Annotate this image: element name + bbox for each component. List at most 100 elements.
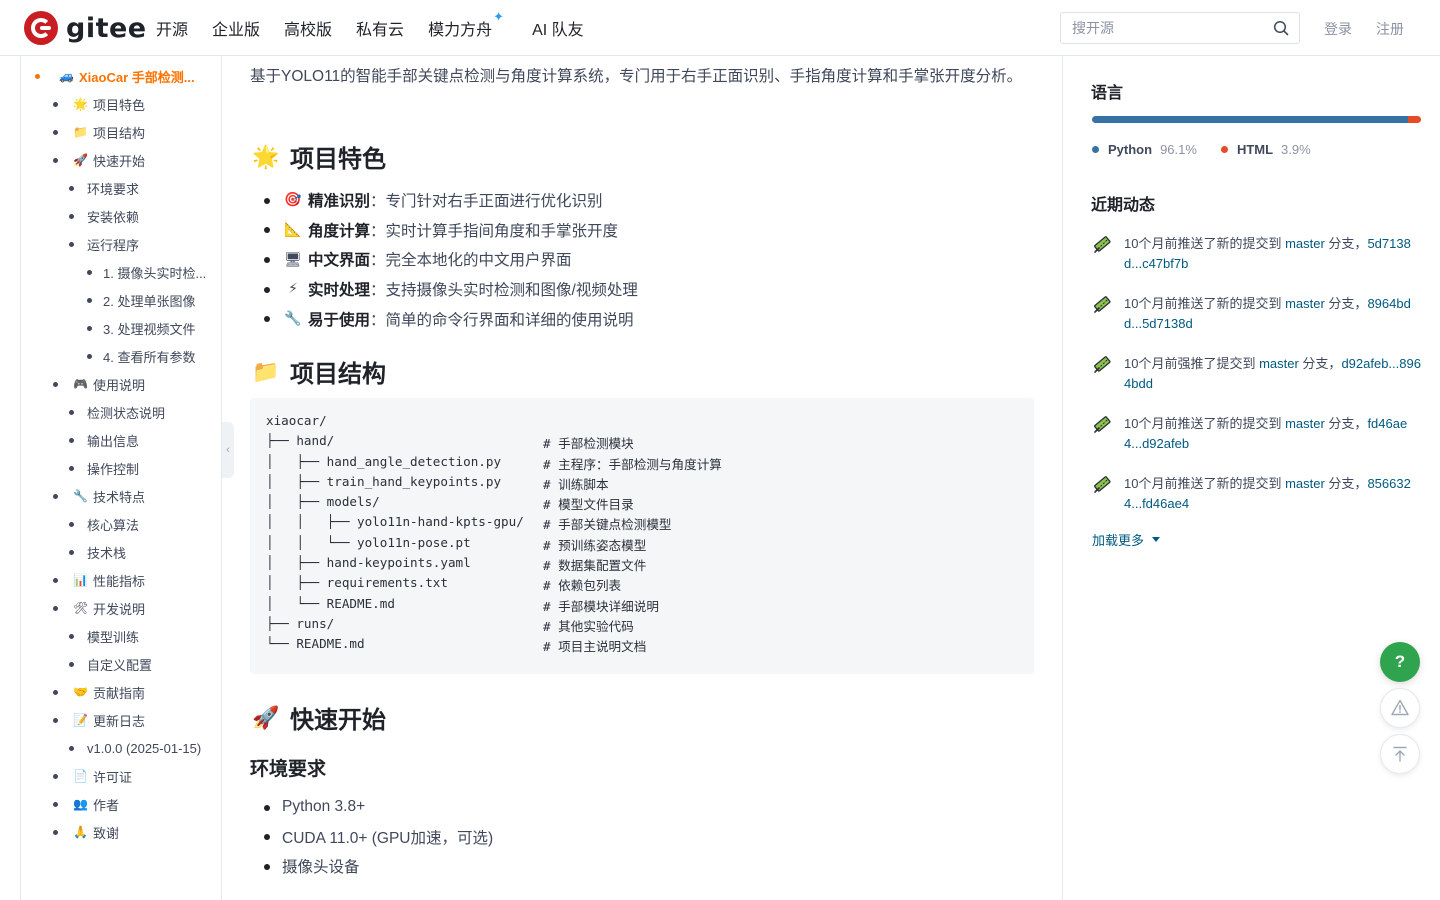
nav-link-private-cloud[interactable]: 私有云 bbox=[356, 16, 404, 40]
load-more-button[interactable]: 加载更多 bbox=[1092, 530, 1161, 549]
branch-link[interactable]: master bbox=[1285, 296, 1325, 311]
feature-key: 角度计算 bbox=[308, 222, 371, 240]
toc-item[interactable]: 🌟 项目特色 bbox=[21, 94, 219, 114]
login-link[interactable]: 登录 bbox=[1324, 19, 1352, 39]
toc-item[interactable]: 🤝 贡献指南 bbox=[21, 682, 219, 702]
toc-item[interactable]: 模型训练 bbox=[21, 626, 219, 646]
feature-separator: ： bbox=[370, 222, 386, 240]
feature-desc: 支持摄像头实时检测和图像/视频处理 bbox=[385, 281, 638, 299]
activity-prefix: 10个月前推送了新的提交到 bbox=[1124, 476, 1286, 491]
nav-link-enterprise[interactable]: 企业版 bbox=[212, 16, 260, 40]
branch-link[interactable]: master bbox=[1285, 416, 1325, 431]
toc-item[interactable]: 🔧 技术特点 bbox=[21, 486, 219, 506]
branch-link[interactable]: master bbox=[1285, 476, 1325, 491]
nav-link-moli-fangzhou[interactable]: 模力方舟 ✦ bbox=[428, 9, 504, 40]
toc-item[interactable]: 自定义配置 bbox=[21, 654, 219, 674]
gitee-logo[interactable]: gitee bbox=[24, 11, 147, 45]
toc-item-label: 1. 摄像头实时检... bbox=[103, 265, 207, 281]
code-tree: │ ├── hand-keypoints.yaml bbox=[266, 555, 471, 571]
toc-item[interactable]: v1.0.0 (2025-01-15) bbox=[21, 738, 219, 758]
bullet-dot bbox=[69, 185, 74, 191]
toc-item-label: 贡献指南 bbox=[93, 685, 146, 701]
toc-item[interactable]: 环境要求 bbox=[21, 178, 219, 198]
feature-separator: ： bbox=[370, 192, 386, 210]
toc-emoji-icon: 📁 bbox=[73, 125, 88, 139]
code-comment: # 依赖包列表 bbox=[543, 578, 622, 594]
code-tree: │ │ └── yolo11n-pose.pt bbox=[266, 534, 471, 550]
toc-item[interactable]: 🙏 致谢 bbox=[21, 822, 219, 842]
toc-emoji-icon: 🚀 bbox=[73, 153, 88, 167]
toc-item[interactable]: 📊 性能指标 bbox=[21, 570, 219, 590]
commit-icon bbox=[1094, 416, 1111, 433]
bullet-dot bbox=[69, 241, 74, 247]
bullet-dot bbox=[69, 549, 74, 555]
toc-item[interactable]: 🚙 XiaoCar 手部检测... bbox=[21, 66, 219, 86]
toc-item-label: 运行程序 bbox=[87, 237, 140, 253]
toc-item-label: 技术特点 bbox=[93, 489, 146, 505]
toc-collapse-handle[interactable]: ‹ bbox=[222, 422, 234, 478]
toc-item[interactable]: 📝 更新日志 bbox=[21, 710, 219, 730]
activity-item: 10个月前推送了新的提交到 master 分支，5d7138d...c47bf7… bbox=[1092, 234, 1422, 274]
bullet-dot bbox=[69, 409, 74, 415]
branch-link[interactable]: master bbox=[1259, 356, 1299, 371]
code-comment: # 手部检测模块 bbox=[543, 436, 634, 452]
nav-link-education[interactable]: 高校版 bbox=[284, 16, 332, 40]
feature-item: 🖥 中文界面：完全本地化的中文用户界面 bbox=[264, 244, 1024, 274]
code-tree: │ ├── requirements.txt bbox=[266, 575, 448, 591]
toc-item[interactable]: 📄 许可证 bbox=[21, 766, 219, 786]
search-input[interactable] bbox=[1061, 13, 1261, 43]
code-line: ├── hand/ # 手部检测模块 bbox=[266, 433, 1018, 453]
activity-item: 10个月前推送了新的提交到 master 分支，8566324...fd46ae… bbox=[1092, 474, 1422, 514]
bullet-dot bbox=[87, 297, 92, 303]
code-line: │ ├── train_hand_keypoints.py # 训练脚本 bbox=[266, 474, 1018, 494]
env-item: Python 3.8+ bbox=[264, 792, 493, 822]
code-tree: │ ├── hand_angle_detection.py bbox=[266, 453, 502, 469]
toc-item[interactable]: 🎮 使用说明 bbox=[21, 374, 219, 394]
back-to-top-icon bbox=[1393, 746, 1407, 762]
readme-content: 基于YOLO11的智能手部关键点检测与角度计算系统，专门用于右手正面识别、手指角… bbox=[250, 56, 1040, 900]
toc-item[interactable]: 安装依赖 bbox=[21, 206, 219, 226]
report-button[interactable] bbox=[1380, 688, 1420, 728]
toc-item[interactable]: 4. 查看所有参数 bbox=[21, 346, 219, 366]
back-to-top-button[interactable] bbox=[1380, 734, 1420, 774]
toc-item-label: 技术栈 bbox=[87, 545, 127, 561]
toc-item[interactable]: 3. 处理视频文件 bbox=[21, 318, 219, 338]
nav-link-ai-teammate[interactable]: AI 队友 bbox=[532, 16, 584, 40]
code-tree: │ ├── train_hand_keypoints.py bbox=[266, 473, 502, 489]
toc-item[interactable]: 📁 项目结构 bbox=[21, 122, 219, 142]
feature-emoji-icon: 🖥 bbox=[284, 250, 302, 267]
feature-item: 🎯 精准识别：专门针对右手正面进行优化识别 bbox=[264, 185, 1024, 215]
nav-link-open-source[interactable]: 开源 bbox=[156, 16, 188, 40]
toc-item[interactable]: 🛠 开发说明 bbox=[21, 598, 219, 618]
activity-mid: 分支， bbox=[1298, 356, 1342, 371]
code-comment: # 项目主说明文档 bbox=[543, 639, 647, 655]
toc-item[interactable]: 2. 处理单张图像 bbox=[21, 290, 219, 310]
code-comment: # 模型文件目录 bbox=[543, 497, 634, 513]
toc-item[interactable]: 操作控制 bbox=[21, 458, 219, 478]
env-item: CUDA 11.0+ (GPU加速，可选) bbox=[264, 822, 493, 852]
search-icon[interactable] bbox=[1273, 20, 1289, 36]
toc-item[interactable]: 核心算法 bbox=[21, 514, 219, 534]
commit-icon bbox=[1094, 236, 1111, 253]
toc-item-label: 操作控制 bbox=[87, 461, 140, 477]
toc-item-label: 更新日志 bbox=[93, 713, 146, 729]
toc-item[interactable]: 输出信息 bbox=[21, 430, 219, 450]
help-button[interactable]: ? bbox=[1380, 642, 1420, 682]
activity-mid: 分支， bbox=[1324, 296, 1368, 311]
feature-key: 中文界面 bbox=[308, 252, 371, 270]
branch-link[interactable]: master bbox=[1285, 236, 1325, 251]
code-line: └── README.md # 项目主说明文档 bbox=[266, 636, 1018, 656]
toc-item[interactable]: 1. 摄像头实时检... bbox=[21, 262, 219, 282]
bullet-dot bbox=[69, 633, 74, 639]
toc-item[interactable]: 技术栈 bbox=[21, 542, 219, 562]
toc-item[interactable]: 👥 作者 bbox=[21, 794, 219, 814]
toc-item[interactable]: 运行程序 bbox=[21, 234, 219, 254]
toc-item[interactable]: 🚀 快速开始 bbox=[21, 150, 219, 170]
toc-item-label: 检测状态说明 bbox=[87, 405, 166, 421]
gitee-logo-icon bbox=[24, 11, 58, 45]
feature-separator: ： bbox=[370, 252, 386, 270]
toc-emoji-icon: 🤝 bbox=[73, 685, 88, 699]
register-link[interactable]: 注册 bbox=[1376, 19, 1404, 39]
bullet-dot bbox=[69, 661, 74, 667]
toc-item[interactable]: 检测状态说明 bbox=[21, 402, 219, 422]
